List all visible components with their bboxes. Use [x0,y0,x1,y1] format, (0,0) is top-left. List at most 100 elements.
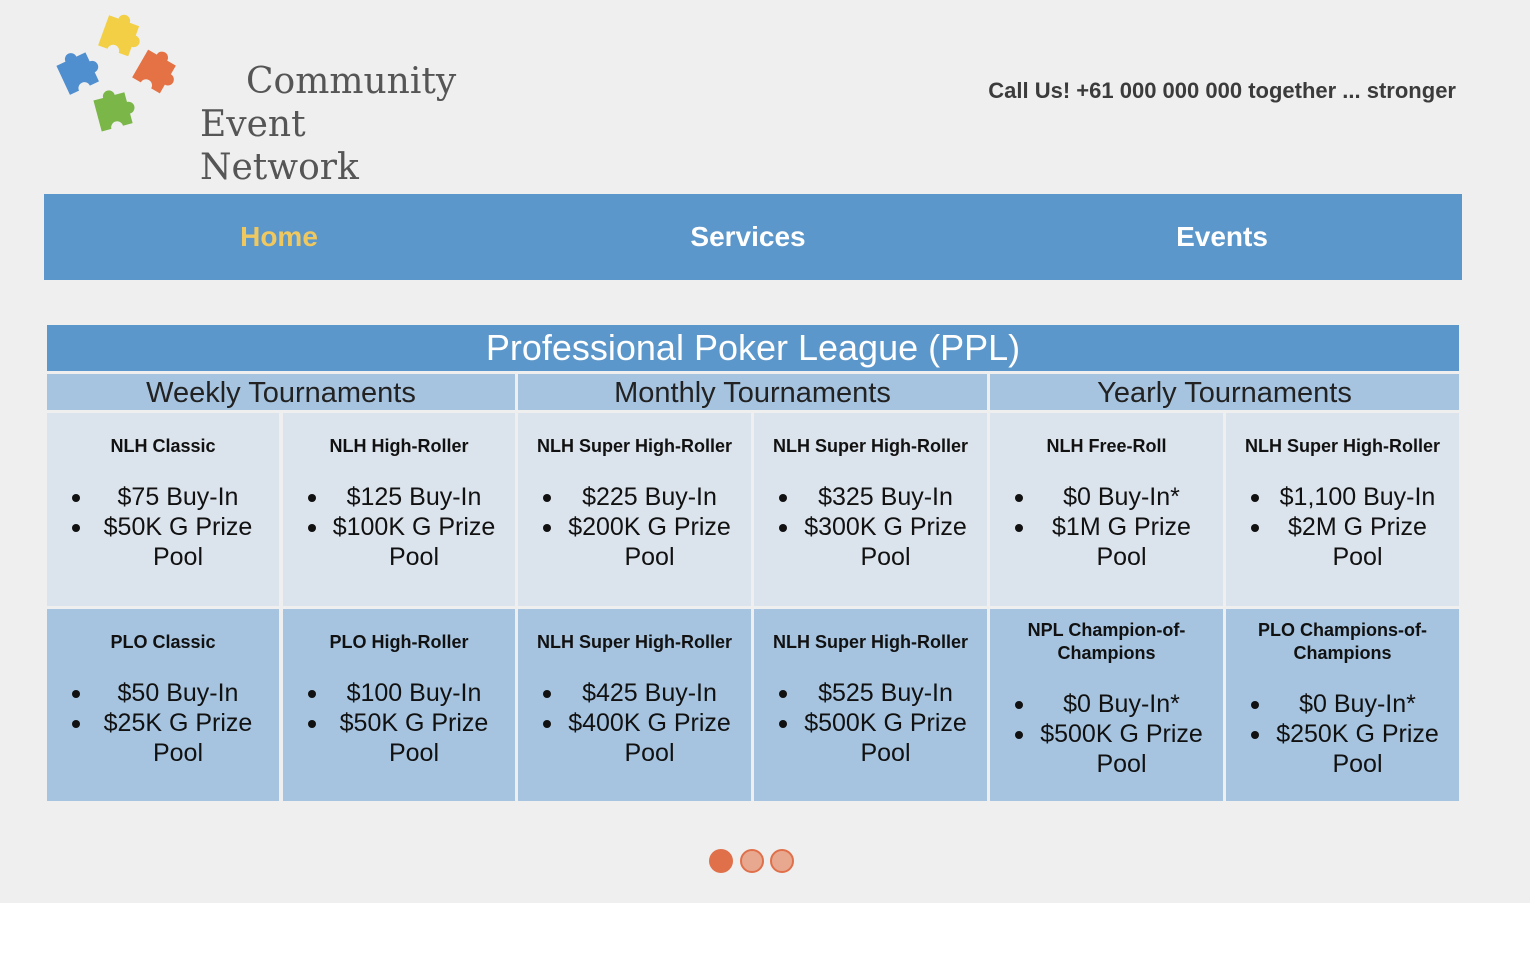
call-us-text: Call Us! +61 000 000 000 together ... st… [988,78,1456,103]
tournament-title: PLO High-Roller [329,632,469,652]
nav-events[interactable]: Events [1176,194,1268,280]
buy-in-text: $125 Buy-In [346,483,482,511]
tournament-details: $225 Buy-In $200K G Prize Pool [518,482,751,572]
tournament-title: PLO Champions-of-Champions [1258,620,1427,663]
tournament-details: $1,100 Buy-In $2M G Prize Pool [1226,482,1459,572]
tournament-card: NLH Super High-Roller $425 Buy-In $400K G … [518,609,751,801]
prize-pool-text: $500K G Prize Pool [1040,720,1203,778]
bullet-icon [1251,731,1259,739]
logo-line-1: Community [246,61,457,102]
bullet-icon [308,494,316,502]
buy-in-item: $75 Buy-In [72,482,269,512]
bullet-icon [308,690,316,698]
prize-pool-text: $2M G Prize Pool [1288,513,1427,571]
prize-pool-text: $200K G Prize Pool [568,513,731,571]
tournament-card: NLH High-Roller $125 Buy-In $100K G Prize … [283,413,515,606]
tournament-title: NLH Classic [110,436,216,456]
tournament-title: NLH Super High-Roller [536,632,732,652]
bullet-icon [1251,524,1259,532]
tournament-card: NLH Super High-Roller $525 Buy-In $500K G … [754,609,987,801]
tournament-details: $325 Buy-In $300K G Prize Pool [754,482,987,572]
buy-in-text: $1,100 Buy-In [1279,483,1436,511]
bullet-icon [779,720,787,728]
tournament-details: $525 Buy-In $500K G Prize Pool [754,678,987,768]
buy-in-text: $525 Buy-In [818,679,953,707]
bullet-icon [1015,701,1023,709]
tournament-card: NLH Super High-Roller $225 Buy-In $200K G … [518,413,751,606]
prize-pool-item: $2M G Prize Pool [1251,512,1449,572]
prize-pool-text: $500K G Prize Pool [804,709,967,767]
buy-in-item: $1,100 Buy-In [1251,482,1449,512]
bullet-icon [308,720,316,728]
tournament-card: NLH Super High-Roller $1,100 Buy-In $2M G … [1226,413,1459,606]
buy-in-item: $0 Buy-In* [1015,689,1213,719]
tournament-card: PLO High-Roller $100 Buy-In $50K G Prize P… [283,609,515,801]
category-yearly: Yearly Tournaments [990,374,1459,410]
tournament-card: NPL Champion-of-Champions $0 Buy-In* $500K… [990,609,1223,801]
tournament-details: $0 Buy-In* $500K G Prize Pool [990,689,1223,779]
buy-in-item: $125 Buy-In [308,482,505,512]
tournament-title: NLH Super High-Roller [536,436,732,456]
prize-pool-text: $50K G Prize Pool [103,513,253,571]
buy-in-text: $225 Buy-In [582,483,717,511]
prize-pool-item: $500K G Prize Pool [1015,719,1213,779]
buy-in-text: $75 Buy-In [117,483,239,511]
bullet-icon [1251,701,1259,709]
buy-in-text: $100 Buy-In [346,679,482,707]
tournament-title: NLH High-Roller [329,436,469,456]
bullet-icon [1015,731,1023,739]
buy-in-item: $0 Buy-In* [1251,689,1449,719]
tournament-details: $125 Buy-In $100K G Prize Pool [283,482,515,572]
bullet-icon [779,494,787,502]
prize-pool-text: $400K G Prize Pool [568,709,731,767]
bullet-icon [779,524,787,532]
prize-pool-item: $400K G Prize Pool [543,708,741,768]
tournament-title: NLH Super High-Roller [772,632,968,652]
buy-in-item: $0 Buy-In* [1015,482,1213,512]
tournament-card: NLH Super High-Roller $325 Buy-In $300K G … [754,413,987,606]
prize-pool-item: $300K G Prize Pool [779,512,977,572]
prize-pool-text: $300K G Prize Pool [804,513,967,571]
tournament-title: NLH Free-Roll [1046,436,1167,456]
carousel-dot-3[interactable] [770,849,794,873]
carousel-dot-1[interactable] [709,849,733,873]
bullet-icon [72,690,80,698]
category-monthly: Monthly Tournaments [518,374,987,410]
prize-pool-item: $250K G Prize Pool [1251,719,1449,779]
bullet-icon [1015,494,1023,502]
buy-in-text: $0 Buy-In* [1299,690,1416,718]
buy-in-item: $525 Buy-In [779,678,977,708]
tournament-card: NLH Free-Roll $0 Buy-In* $1M G Prize Pool [990,413,1223,606]
tournament-card: PLO Champions-of-Champions $0 Buy-In* $250… [1226,609,1459,801]
tournament-details: $0 Buy-In* $250K G Prize Pool [1226,689,1459,779]
prize-pool-text: $250K G Prize Pool [1276,720,1439,778]
tournament-title: NLH Super High-Roller [1244,436,1440,456]
tournament-title: PLO Classic [110,632,216,652]
prize-pool-item: $1M G Prize Pool [1015,512,1213,572]
carousel-dot-2[interactable] [740,849,764,873]
nav-home[interactable]: Home [240,194,318,280]
buy-in-item: $100 Buy-In [308,678,505,708]
bullet-icon [543,494,551,502]
prize-pool-text: $1M G Prize Pool [1052,513,1191,571]
buy-in-item: $50 Buy-In [72,678,269,708]
bullet-icon [1015,524,1023,532]
buy-in-item: $425 Buy-In [543,678,741,708]
buy-in-text: $50 Buy-In [117,679,239,707]
bullet-icon [72,494,80,502]
tournament-card: NLH Classic $75 Buy-In $50K G Prize Pool [47,413,279,606]
bullet-icon [543,524,551,532]
tournament-details: $50 Buy-In $25K G Prize Pool [47,678,279,768]
bullet-icon [308,524,316,532]
tournament-title: NLH Super High-Roller [772,436,968,456]
prize-pool-item: $500K G Prize Pool [779,708,977,768]
tournament-details: $0 Buy-In* $1M G Prize Pool [990,482,1223,572]
prize-pool-item: $25K G Prize Pool [72,708,269,768]
nav-services[interactable]: Services [690,194,805,280]
prize-pool-text: $50K G Prize Pool [339,709,489,767]
site-logo[interactable]: Community Event Network [50,6,456,188]
puzzle-logo-icon [56,14,176,132]
bullet-icon [1251,494,1259,502]
buy-in-text: $0 Buy-In* [1063,483,1180,511]
category-weekly: Weekly Tournaments [47,374,515,410]
